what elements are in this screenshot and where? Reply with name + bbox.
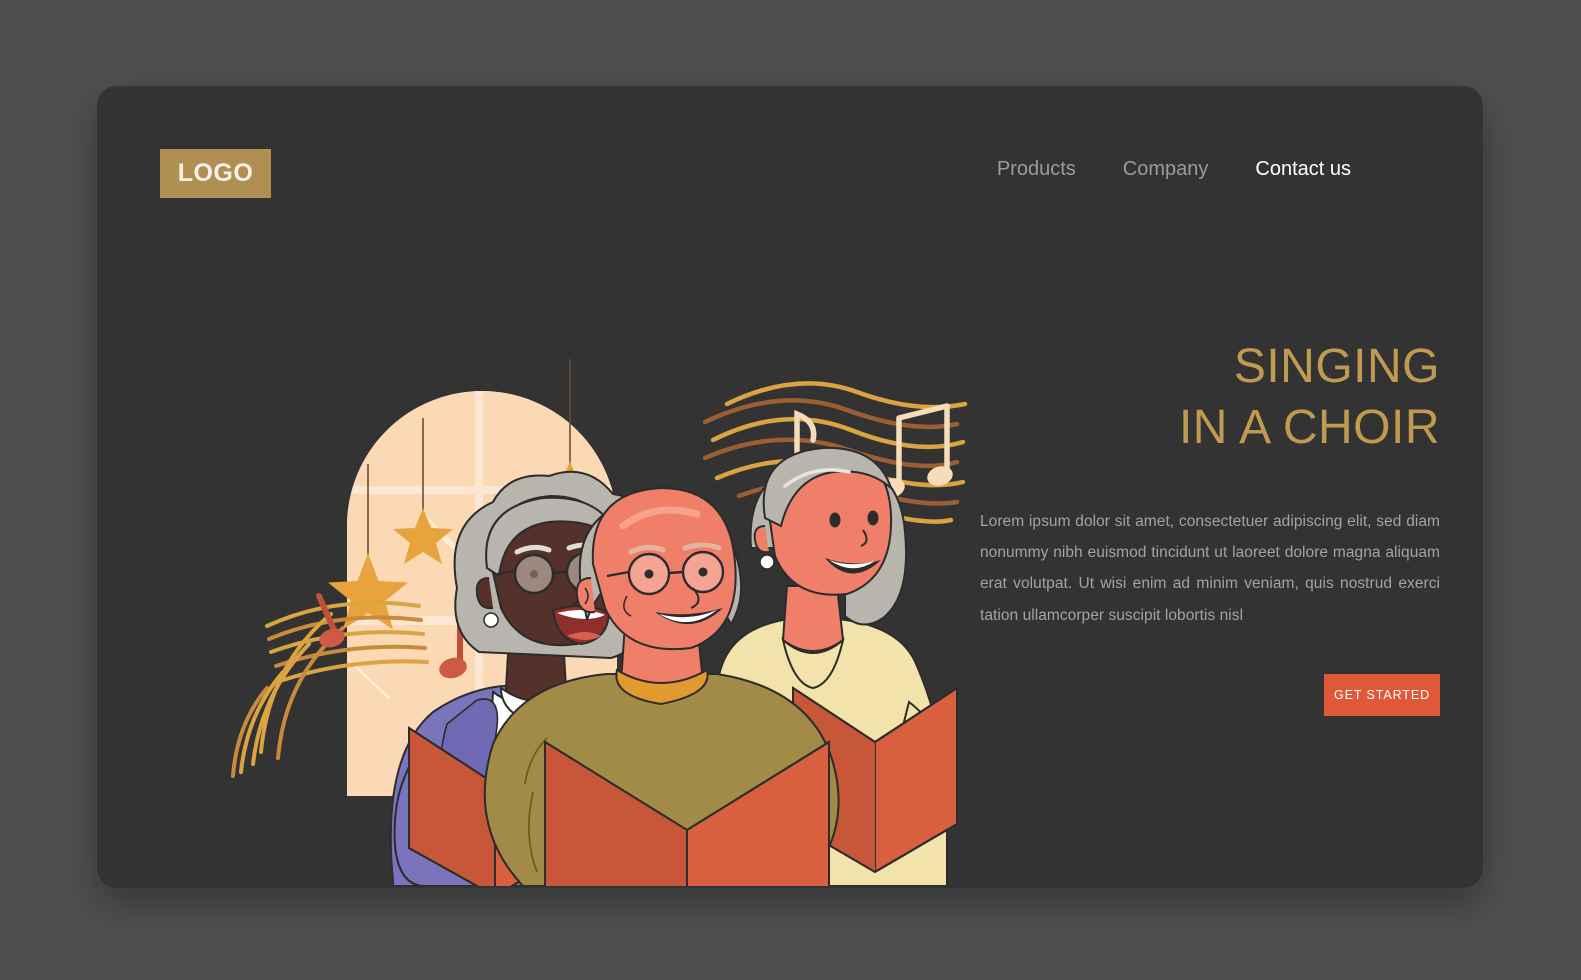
headline-line-2: IN A CHOIR xyxy=(1178,401,1440,455)
page-root: LOGO Products Company Contact us SINGING… xyxy=(0,0,1581,980)
hero-card: LOGO Products Company Contact us SINGING… xyxy=(97,86,1483,888)
cta-wrapper: GET STARTED xyxy=(980,674,1440,717)
choir-singers-illustration xyxy=(157,196,977,886)
nav-link-company[interactable]: Company xyxy=(1123,158,1209,181)
get-started-button[interactable]: GET STARTED xyxy=(1324,674,1440,717)
hero-paragraph: Lorem ipsum dolor sit amet, consectetuer… xyxy=(980,512,1440,624)
nav-links: Products Company Contact us xyxy=(997,158,1351,181)
page-title: SINGING IN A CHOIR xyxy=(980,336,1440,459)
headline-line-1: SINGING xyxy=(1233,340,1440,393)
logo-badge[interactable]: LOGO xyxy=(160,149,271,198)
nav-link-contact-us[interactable]: Contact us xyxy=(1255,158,1351,181)
hero-text-column: SINGING IN A CHOIR Lorem ipsum dolor sit… xyxy=(980,336,1440,717)
nav-link-products[interactable]: Products xyxy=(997,158,1076,181)
logo-text: LOGO xyxy=(177,159,254,187)
